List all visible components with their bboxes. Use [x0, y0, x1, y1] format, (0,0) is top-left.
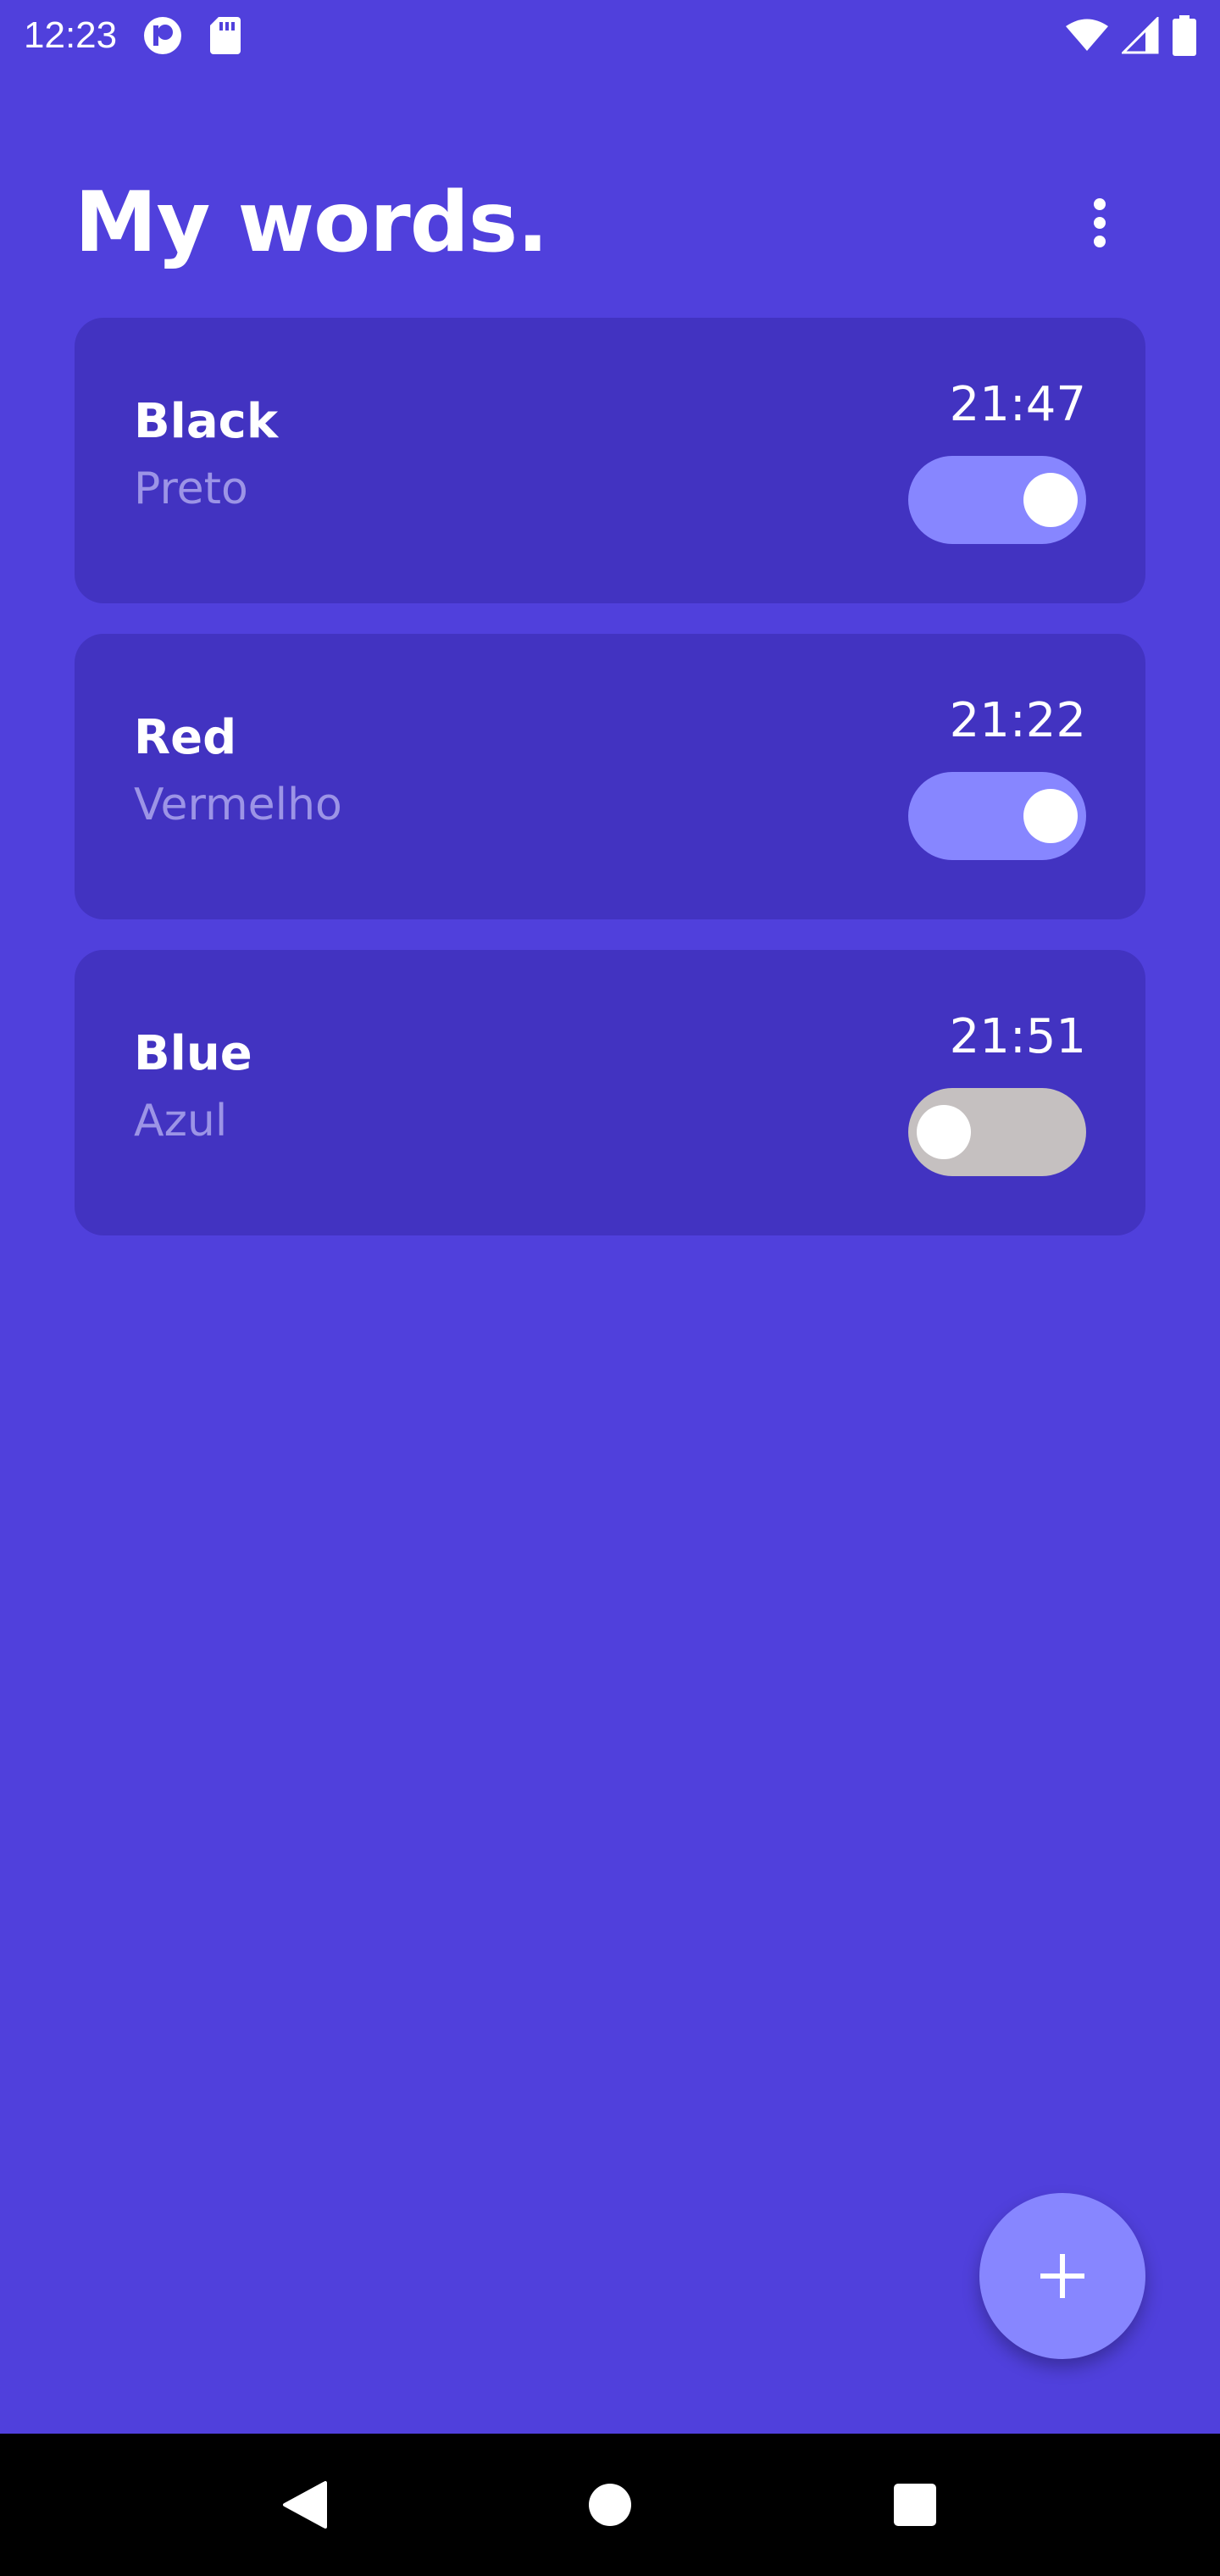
word-translation: Azul	[134, 1096, 228, 1146]
plus-icon	[1040, 2254, 1084, 2298]
cell-signal-icon	[1122, 17, 1159, 54]
back-icon	[283, 2481, 327, 2529]
reminder-toggle[interactable]	[908, 772, 1086, 860]
battery-icon	[1173, 15, 1196, 56]
wifi-icon	[1066, 19, 1108, 53]
header: My words.	[75, 168, 1145, 278]
nav-home-button[interactable]	[568, 2462, 652, 2547]
status-right	[1066, 15, 1196, 56]
nav-back-button[interactable]	[263, 2462, 347, 2547]
word-card-red[interactable]: Red Vermelho 21:22	[75, 634, 1145, 919]
navigation-bar	[0, 2434, 1220, 2576]
word-title: Blue	[134, 1026, 252, 1081]
home-icon	[589, 2484, 631, 2526]
toggle-knob	[1023, 473, 1078, 527]
status-time: 12:23	[24, 14, 118, 56]
nav-recents-button[interactable]	[873, 2462, 957, 2547]
word-list: Black Preto 21:47 Red Vermelho 21:22 Blu…	[75, 318, 1145, 1266]
word-card-black[interactable]: Black Preto 21:47	[75, 318, 1145, 603]
word-title: Black	[134, 394, 279, 449]
status-bar: 12:23	[0, 0, 1220, 71]
recents-icon	[894, 2484, 936, 2526]
reminder-time[interactable]: 21:22	[950, 693, 1086, 748]
add-word-button[interactable]	[979, 2193, 1145, 2359]
toggle-knob	[917, 1105, 971, 1159]
status-left: 12:23	[24, 14, 242, 57]
word-translation: Vermelho	[134, 780, 342, 830]
reminder-time[interactable]: 21:51	[950, 1009, 1086, 1064]
more-options-button[interactable]	[1066, 189, 1134, 257]
word-title: Red	[134, 710, 237, 765]
reminder-toggle[interactable]	[908, 456, 1086, 544]
more-vert-icon	[1094, 198, 1106, 247]
sd-card-icon	[208, 15, 242, 56]
page-title: My words.	[75, 175, 548, 271]
toggle-knob	[1023, 789, 1078, 843]
reminder-toggle[interactable]	[908, 1088, 1086, 1176]
app-notification-icon	[142, 15, 183, 56]
reminder-time[interactable]: 21:47	[950, 377, 1086, 432]
app-screen: 12:23 My words. Black Preto 21:47 Red Ve…	[0, 0, 1220, 2576]
word-card-blue[interactable]: Blue Azul 21:51	[75, 950, 1145, 1235]
word-translation: Preto	[134, 464, 248, 514]
